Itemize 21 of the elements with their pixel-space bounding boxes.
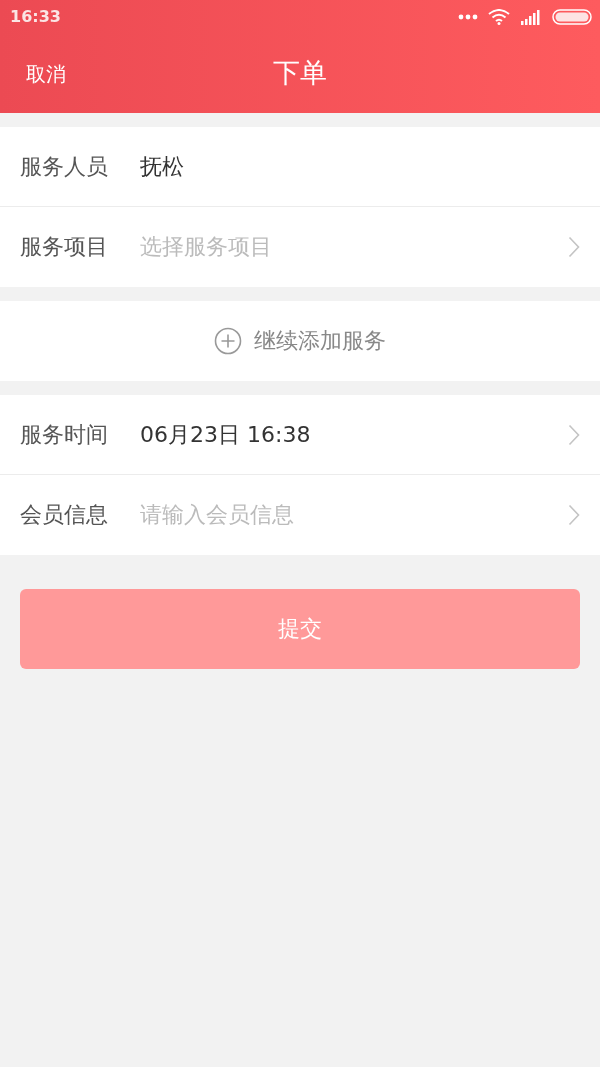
form-row[interactable]: 会员信息 请输入会员信息 bbox=[0, 475, 600, 555]
field-label: 服务人员 bbox=[20, 152, 109, 181]
field-label: 会员信息 bbox=[20, 501, 109, 529]
field-value: 06月23日 16:38 bbox=[140, 420, 312, 449]
status-time: 16:33 bbox=[10, 7, 61, 26]
field-label: 服务项目 bbox=[20, 233, 109, 261]
form-row[interactable]: 服务时间 06月23日 16:38 bbox=[0, 395, 600, 475]
form-row[interactable]: 服务人员 抚松 bbox=[0, 127, 600, 207]
form-row[interactable]: 服务项目 选择服务项目 bbox=[0, 207, 600, 287]
add-service-button[interactable]: 继续添加服务 bbox=[0, 301, 600, 381]
battery-icon bbox=[552, 8, 592, 25]
field-value: 抚松 bbox=[140, 152, 185, 181]
field-placeholder: 请输入会员信息 bbox=[140, 501, 295, 529]
wifi-icon bbox=[488, 8, 510, 25]
cancel-button[interactable]: 取消 bbox=[26, 61, 66, 88]
page-title: 下单 bbox=[273, 56, 327, 90]
signal-icon bbox=[520, 8, 542, 25]
field-placeholder: 选择服务项目 bbox=[140, 233, 273, 261]
more-dots-icon bbox=[458, 13, 478, 20]
field-label: 服务时间 bbox=[20, 420, 109, 449]
plus-circle-icon bbox=[214, 327, 242, 355]
